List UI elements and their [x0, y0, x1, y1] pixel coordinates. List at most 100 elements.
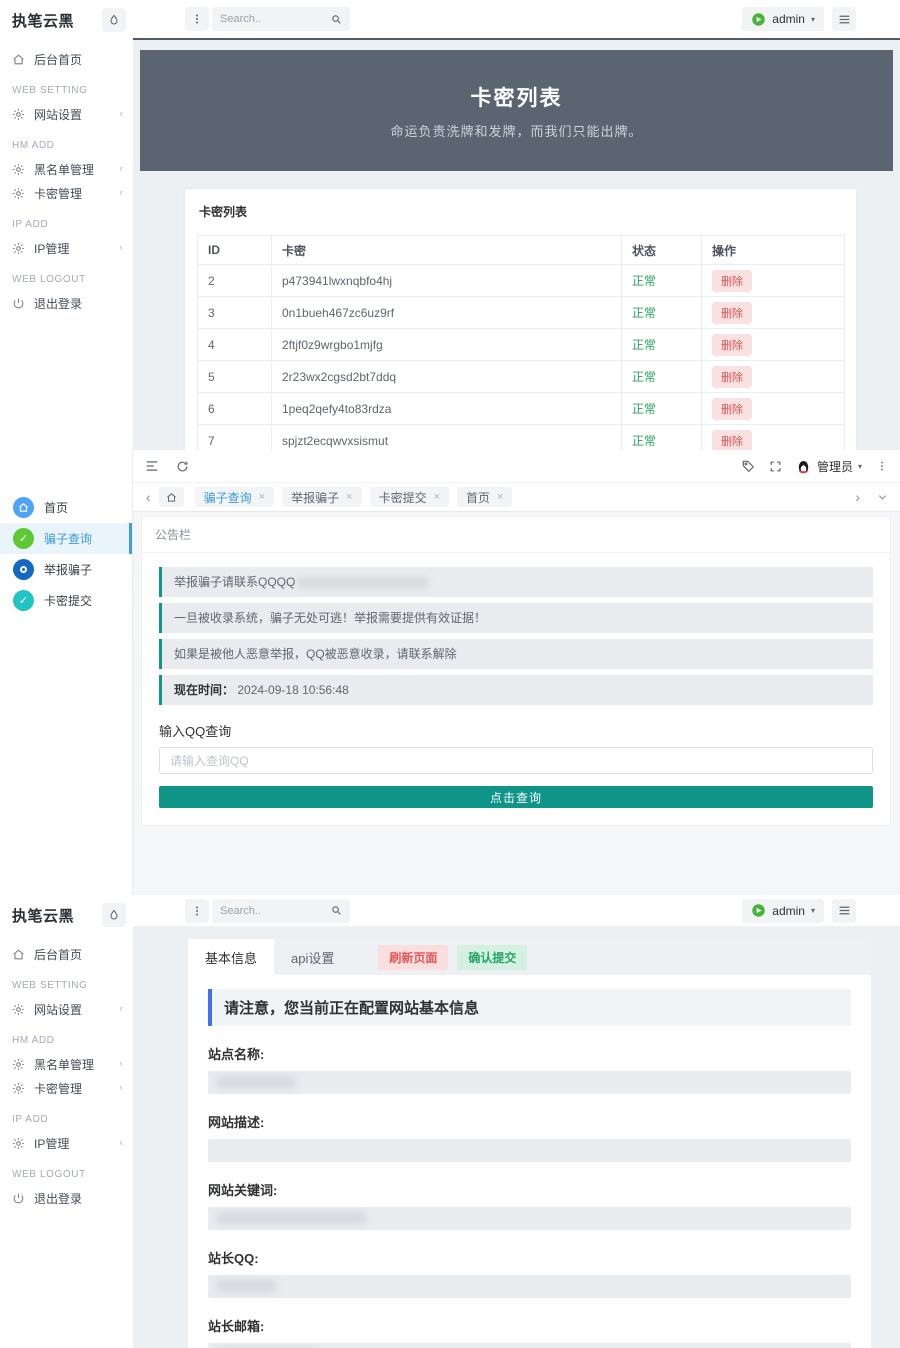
search-icon[interactable] [331, 14, 342, 25]
tab-bar: ‹ 骗子查询 × 举报骗子 × 卡密提交 × 首页 × › [133, 483, 900, 512]
more-dots-button[interactable] [185, 7, 209, 31]
sidebar-item-site-settings[interactable]: 网站设置 ‹ [0, 103, 133, 125]
sidebar-item-cardkey[interactable]: 卡密管理 ‹ [0, 1077, 133, 1099]
sidebar-item-ip[interactable]: IP管理 ‹ [0, 1132, 133, 1154]
delete-button[interactable]: 删除 [712, 270, 752, 292]
cell-key: 2ftjf0z9wrgbo1mjfg [272, 329, 622, 361]
site-name-input[interactable] [208, 1071, 851, 1094]
field-label: 站点名称: [208, 1044, 851, 1063]
search-input[interactable] [220, 13, 331, 25]
user-menu[interactable]: admin ▾ [742, 7, 824, 31]
chevron-left-icon: ‹ [119, 1138, 123, 1149]
sidebar-section-hm-add: HM ADD [0, 1022, 133, 1051]
tab-basic-info[interactable]: 基本信息 [188, 939, 274, 975]
notice-time-value: 2024-09-18 10:56:48 [237, 683, 348, 697]
refresh-page-button[interactable]: 刷新页面 [378, 945, 448, 970]
sidebar-item-scammer-query[interactable]: ✓ 骗子查询 [0, 523, 132, 554]
tabs-dropdown-icon[interactable] [877, 492, 888, 503]
sidebar-item-logout[interactable]: 退出登录 [0, 292, 133, 314]
user-name: admin [772, 12, 805, 26]
admin-menu: 后台首页 WEB SETTING 网站设置 ‹ HM ADD 黑名单管理 ‹ 卡… [0, 935, 133, 1209]
brand-row: 执笔云黑 [0, 895, 133, 935]
search-icon[interactable] [331, 905, 342, 916]
user-menu[interactable]: admin ▾ [742, 899, 824, 923]
layout-menu-button[interactable] [832, 7, 856, 31]
tabs-scroll-left[interactable]: ‹ [146, 490, 151, 504]
tab-report-scammer[interactable]: 举报骗子 × [282, 487, 361, 507]
sidebar-item-blacklist[interactable]: 黑名单管理 ‹ [0, 158, 133, 180]
theme-droplet-button[interactable] [102, 903, 126, 927]
notice-text: 一旦被收录系统，骗子无处可逃！举报需要提供有效证据！ [174, 611, 486, 625]
admin-user-menu[interactable]: 管理员 ▾ [796, 458, 862, 475]
site-keywords-input[interactable] [208, 1207, 851, 1230]
theme-droplet-button[interactable] [102, 8, 126, 32]
refresh-icon[interactable] [176, 460, 189, 473]
home-tab-button[interactable] [159, 487, 184, 507]
tag-icon[interactable] [741, 459, 755, 473]
sidebar-item-home[interactable]: 后台首页 [0, 48, 133, 70]
target-circle-icon [13, 559, 34, 580]
settings-tabstrip: 基本信息 api设置 刷新页面 确认提交 [188, 939, 871, 975]
avatar [751, 903, 766, 918]
sidebar-item-logout[interactable]: 退出登录 [0, 1187, 133, 1209]
close-icon[interactable]: × [346, 491, 352, 503]
tabs-scroll-right[interactable]: › [855, 490, 860, 504]
status-badge: 正常 [632, 402, 656, 416]
delete-button[interactable]: 删除 [712, 430, 752, 451]
delete-button[interactable]: 删除 [712, 334, 752, 356]
tab-home[interactable]: 首页 × [457, 487, 512, 507]
tab-scammer-query[interactable]: 骗子查询 × [195, 487, 274, 507]
delete-button[interactable]: 删除 [712, 398, 752, 420]
site-description-input[interactable] [208, 1139, 851, 1162]
qq-query-input[interactable] [159, 747, 873, 774]
close-icon[interactable]: × [497, 491, 503, 503]
dots-vertical-icon[interactable] [876, 460, 888, 472]
collapse-menu-icon[interactable] [145, 459, 159, 473]
webmaster-qq-input[interactable] [208, 1275, 851, 1298]
gear-icon [12, 242, 26, 255]
close-icon[interactable]: × [259, 491, 265, 503]
search-box [212, 899, 350, 923]
top-header: admin ▾ [133, 0, 900, 40]
sidebar-section-ip-add: IP ADD [0, 1101, 133, 1130]
chevron-left-icon: ‹ [119, 243, 123, 254]
chevron-left-icon: ‹ [119, 109, 123, 120]
col-action: 操作 [702, 236, 845, 265]
check-circle-icon: ✓ [13, 590, 34, 611]
sidebar-item-report-scammer[interactable]: 举报骗子 [0, 554, 132, 585]
sidebar-item-blacklist[interactable]: 黑名单管理 ‹ [0, 1053, 133, 1075]
more-dots-button[interactable] [185, 899, 209, 923]
sidebar-item-home[interactable]: 首页 [0, 492, 132, 523]
search-input[interactable] [220, 905, 331, 917]
sidebar-item-cardkey-submit[interactable]: ✓ 卡密提交 [0, 585, 132, 616]
close-icon[interactable]: × [434, 491, 440, 503]
sidebar-item-home[interactable]: 后台首页 [0, 943, 133, 965]
tab-api-settings[interactable]: api设置 [274, 939, 351, 975]
sidebar-item-site-settings[interactable]: 网站设置 ‹ [0, 998, 133, 1020]
field-label: 网站描述: [208, 1112, 851, 1131]
sidebar-section-web-logout: WEB LOGOUT [0, 1156, 133, 1185]
sidebar-item-ip[interactable]: IP管理 ‹ [0, 237, 133, 259]
confirm-submit-button[interactable]: 确认提交 [457, 945, 527, 970]
query-submit-button[interactable]: 点击查询 [159, 786, 873, 808]
settings-wrapper: 基本信息 api设置 刷新页面 确认提交 请注意，您当前正在配置网站基本信息 站… [188, 939, 871, 1348]
field-label: 站长邮箱: [208, 1316, 851, 1335]
hero-subtitle: 命运负责洗牌和发牌，而我们只能出牌。 [390, 121, 642, 140]
delete-button[interactable]: 删除 [712, 302, 752, 324]
sidebar-item-cardkey[interactable]: 卡密管理 ‹ [0, 182, 133, 204]
field-site-name: 站点名称: [208, 1044, 851, 1094]
tab-cardkey-submit[interactable]: 卡密提交 × [370, 487, 449, 507]
delete-button[interactable]: 删除 [712, 366, 752, 388]
tab-label: 举报骗子 [291, 489, 339, 506]
cardkey-card: 卡密列表 ID 卡密 状态 操作 2 p473941lwxnqbfo4hj 正常 [185, 189, 856, 450]
card-title: 卡密列表 [199, 203, 844, 220]
hamburger-icon [838, 904, 851, 917]
webmaster-email-input[interactable] [208, 1343, 851, 1348]
settings-main: 基本信息 api设置 刷新页面 确认提交 请注意，您当前正在配置网站基本信息 站… [133, 927, 900, 1348]
table-row: 3 0n1bueh467zc6uz9rf 正常 删除 [198, 297, 845, 329]
cell-key: p473941lwxnqbfo4hj [272, 265, 622, 297]
cell-id: 6 [198, 393, 272, 425]
layout-menu-button[interactable] [832, 899, 856, 923]
fullscreen-icon[interactable] [769, 460, 782, 473]
home-icon [12, 948, 26, 961]
